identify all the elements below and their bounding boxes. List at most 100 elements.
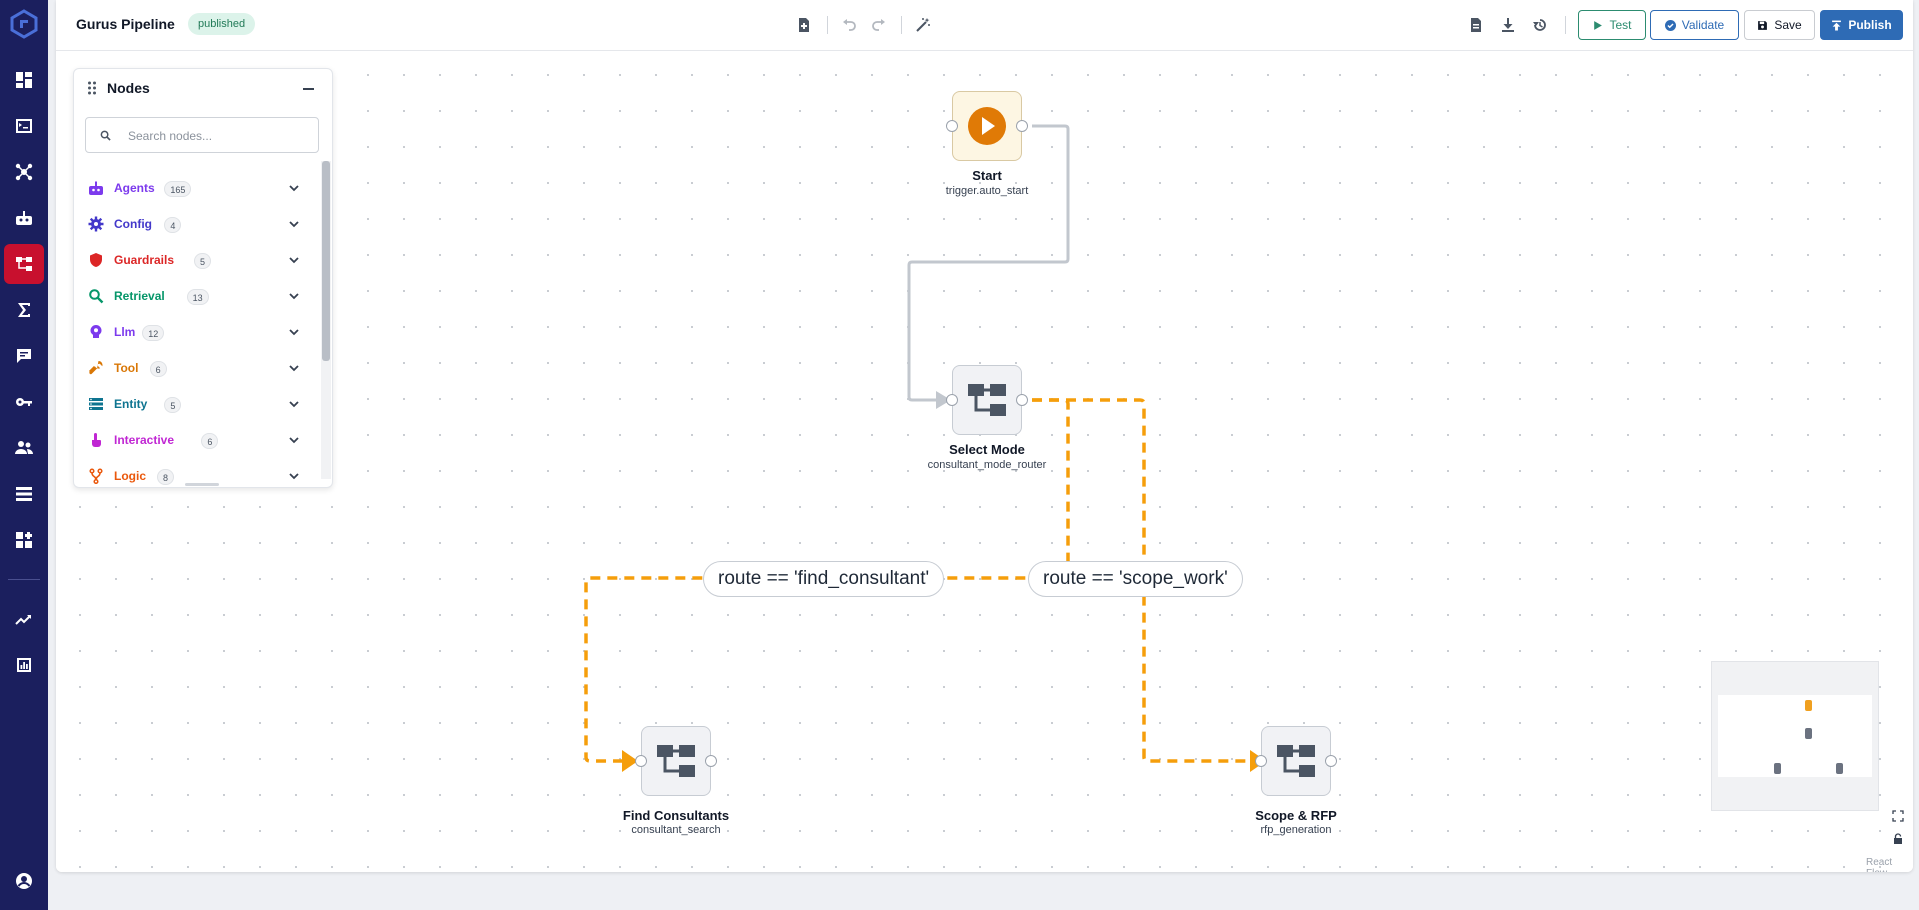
edge-label-scope[interactable]: route == 'scope_work' [1028,561,1243,597]
flow-node-scope-rfp[interactable] [1261,726,1331,796]
chat-icon[interactable] [6,338,42,374]
category-label: Agents [114,181,155,195]
nodes-panel-title: Nodes [107,80,150,96]
fork-icon [89,468,103,484]
node-handle-source[interactable] [1325,755,1337,767]
category-count: 6 [201,433,219,449]
header-divider [901,16,902,34]
wrench-icon [88,361,103,375]
fit-view-icon[interactable] [1887,805,1909,827]
minimize-icon[interactable] [303,88,314,90]
upload-icon [1832,20,1842,30]
drag-handle-icon[interactable] [87,81,97,95]
node-handle-target[interactable] [946,394,958,406]
minimap[interactable] [1711,661,1879,811]
chevron-down-icon[interactable] [288,183,300,193]
scrollbar-thumb[interactable] [322,161,330,361]
chevron-down-icon[interactable] [288,399,300,409]
category-entity[interactable]: Entity 5 [74,390,314,418]
key-icon[interactable] [6,384,42,420]
react-flow-attribution[interactable]: React Flow [1866,857,1913,872]
minimap-node [1774,763,1781,774]
category-count: 5 [164,397,182,413]
category-label: Interactive [114,433,175,447]
play-icon [1594,20,1603,30]
validate-button-label: Validate [1681,18,1725,32]
list-icon[interactable] [6,476,42,512]
play-circle-icon [968,107,1006,145]
app-logo[interactable] [9,9,39,39]
chevron-down-icon[interactable] [288,471,300,481]
page-title: Gurus Pipeline [76,16,175,32]
resize-handle[interactable] [185,483,219,486]
category-agents[interactable]: Agents 165 [74,174,314,202]
category-count: 12 [142,325,165,341]
pointer-icon [92,433,101,447]
nav-rail [0,0,48,910]
users-icon[interactable] [6,430,42,466]
chevron-down-icon[interactable] [288,291,300,301]
floppy-icon [1758,20,1768,30]
router-icon [968,384,1006,416]
entity-icon [89,398,103,410]
minimap-viewport[interactable] [1718,695,1872,777]
category-label: Logic [114,469,146,483]
gear-icon [88,216,104,232]
edge-label-find[interactable]: route == 'find_consultant' [703,561,945,597]
bar-chart-icon[interactable] [6,647,42,683]
robot-icon[interactable] [6,200,42,236]
magic-wand-icon[interactable] [913,15,933,35]
category-interactive[interactable]: Interactive 6 [74,426,314,454]
category-llm[interactable]: Llm 12 [74,318,314,346]
category-label: Entity [114,397,148,411]
publish-button[interactable]: Publish [1820,10,1903,40]
redo-icon[interactable] [869,15,889,35]
category-retrieval[interactable]: Retrieval 13 [74,282,314,310]
minimap-node [1805,700,1812,711]
history-icon[interactable] [1530,15,1550,35]
chevron-down-icon[interactable] [288,435,300,445]
status-badge: published [188,13,256,35]
save-button[interactable]: Save [1744,10,1815,40]
dashboard-icon[interactable] [6,62,42,98]
category-tool[interactable]: Tool 6 [74,354,314,382]
trending-icon[interactable] [6,601,42,637]
category-count: 5 [194,253,212,269]
validate-button[interactable]: Validate [1650,10,1739,40]
chevron-down-icon[interactable] [288,255,300,265]
test-button[interactable]: Test [1578,10,1646,40]
apps-icon[interactable] [6,522,42,558]
network-icon[interactable] [6,154,42,190]
rail-divider [8,579,40,580]
category-config[interactable]: Config 4 [74,210,314,238]
node-handle-source[interactable] [1016,394,1028,406]
node-handle-target[interactable] [635,755,647,767]
download-icon[interactable] [1498,15,1518,35]
node-handle-source[interactable] [705,755,717,767]
terminal-icon[interactable] [6,108,42,144]
undo-icon[interactable] [839,15,859,35]
flow-node-start[interactable] [952,91,1022,161]
chevron-down-icon[interactable] [288,327,300,337]
chevron-down-icon[interactable] [288,363,300,373]
pipeline-editor: Gurus Pipeline published Test Validate S… [56,0,1913,872]
category-label: Tool [114,361,139,375]
sigma-icon[interactable] [6,292,42,328]
account-icon[interactable] [6,863,42,899]
category-count: 13 [186,289,209,305]
document-icon[interactable] [1466,15,1486,35]
save-button-label: Save [1774,18,1802,32]
node-handle-target[interactable] [946,120,958,132]
chevron-down-icon[interactable] [288,219,300,229]
flow-node-select-mode[interactable] [952,365,1022,435]
pipeline-icon[interactable] [4,244,44,284]
node-title: Find Consultants [622,808,730,823]
flow-canvas[interactable]: Nodes Agents 165 Config 4 Guardrails 5 Retriev… [56,51,1913,872]
lock-icon[interactable] [1887,828,1909,850]
flow-node-find-consultants[interactable] [641,726,711,796]
category-guardrails[interactable]: Guardrails 5 [74,246,314,274]
search-input[interactable] [126,125,310,147]
node-handle-target[interactable] [1255,755,1267,767]
node-handle-source[interactable] [1016,120,1028,132]
new-document-icon[interactable] [794,15,814,35]
